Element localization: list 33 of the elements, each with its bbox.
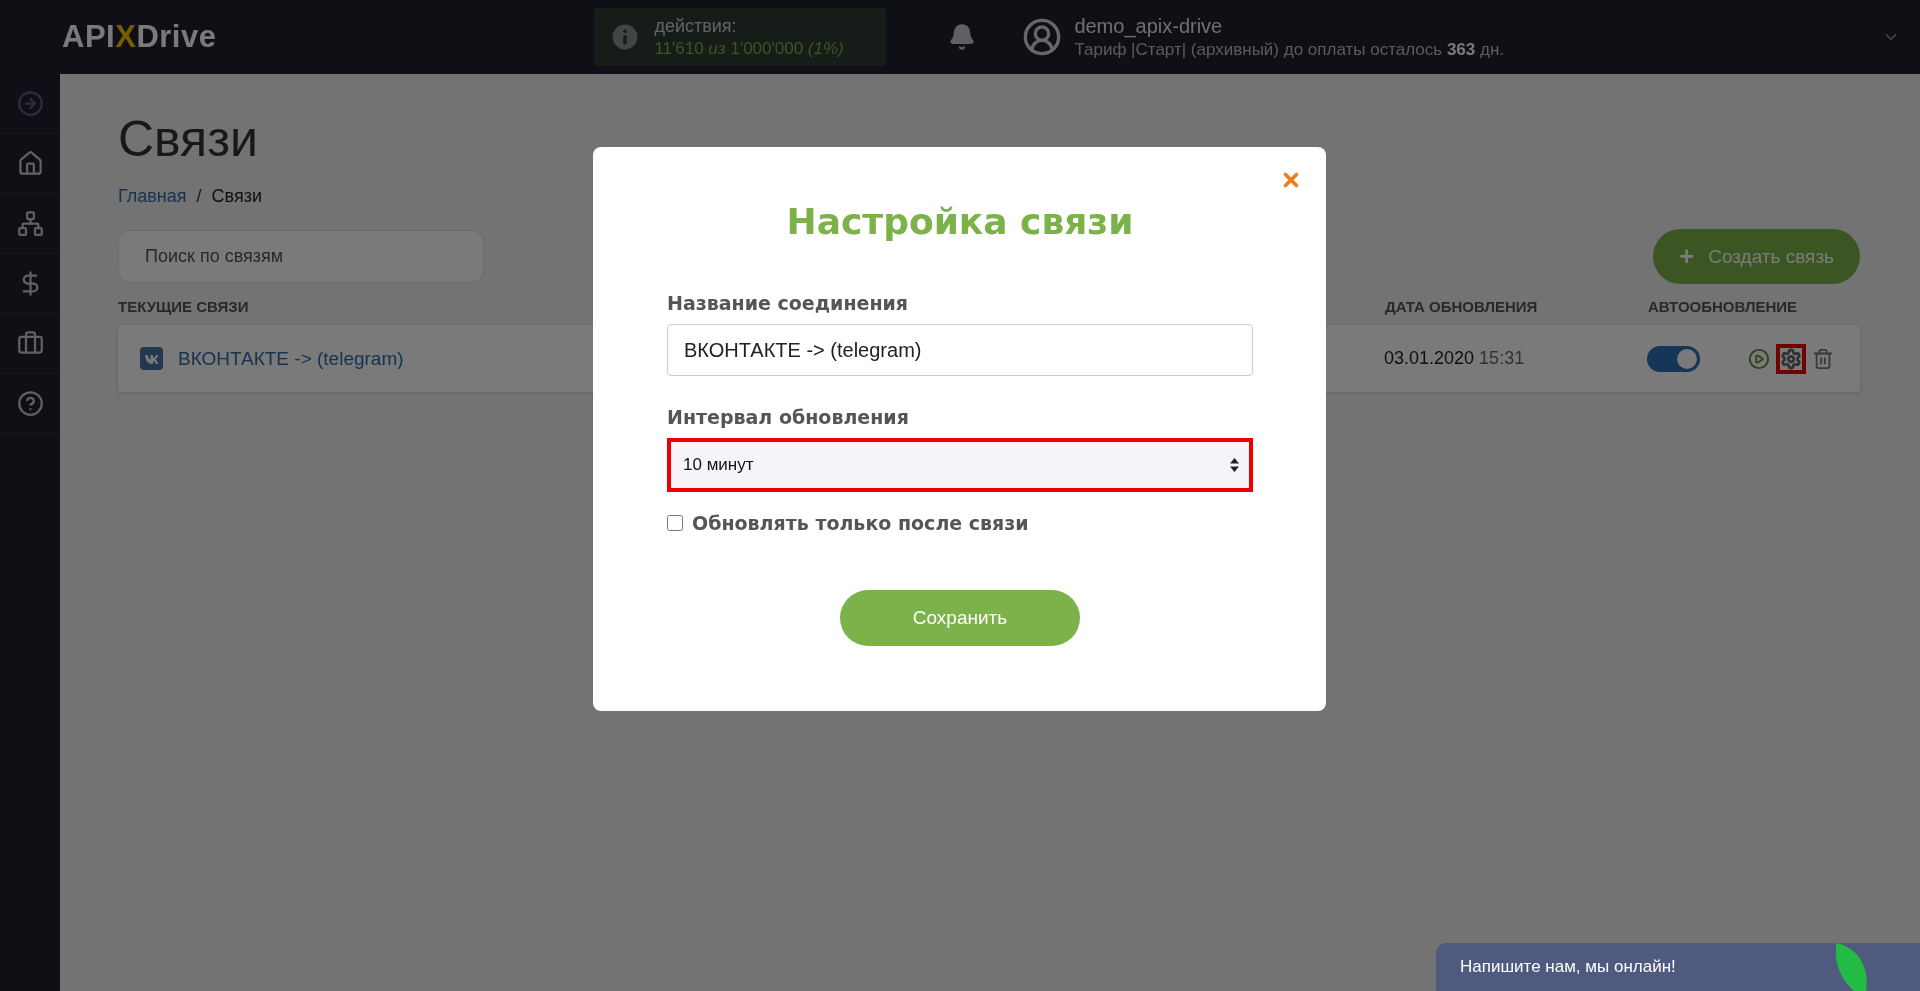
user-name: demo_apix-drive [1074, 14, 1224, 38]
checkbox-label: Обновлять только после связи [692, 512, 1029, 534]
bell-icon[interactable] [948, 23, 977, 51]
plan-info: Тариф |Старт| (архивный) до оплаты осталось 363 дн. [1074, 39, 1505, 60]
logo: APIXDrive [62, 19, 217, 55]
breadcrumb-link[interactable]: Главная [118, 186, 187, 207]
create-button[interactable]: + Создать связь [1653, 229, 1860, 284]
connection-link[interactable]: ВКОНТАКТЕ -> (telegram) [178, 347, 404, 370]
vk-icon [140, 347, 163, 370]
field-label: Название соединения [667, 292, 910, 314]
actions-count: 11'610 из 1'000'000 (1%) [654, 38, 844, 59]
column-header: АВТООБНОВЛЕНИЕ [1648, 298, 1798, 315]
user-avatar-icon [1022, 17, 1063, 57]
autoupdate-toggle[interactable] [1647, 345, 1700, 372]
actions-label: действия: [654, 15, 738, 37]
chat-widget[interactable]: Напишите нам, мы онлайн! [1436, 943, 1920, 991]
name-field[interactable]: ВКОНТАКТЕ -> (telegram) [667, 324, 1253, 376]
breadcrumb-current: Связи [211, 186, 262, 207]
column-header: ДАТА ОБНОВЛЕНИЯ [1385, 298, 1538, 315]
chat-text: Напишите нам, мы онлайн! [1460, 957, 1676, 977]
interval-select[interactable]: 10 минут [667, 438, 1253, 492]
dialog-title: Настройка связи [785, 201, 1135, 242]
page-title: Связи [118, 110, 260, 168]
search-field[interactable]: Поиск по связям [118, 230, 484, 283]
column-header: ТЕКУЩИЕ СВЯЗИ [118, 298, 249, 315]
field-label: Интервал обновления [667, 406, 910, 428]
save-button[interactable]: Сохранить [840, 590, 1080, 646]
update-date: 03.01.2020 15:31 [1384, 348, 1526, 369]
sort-arrows-icon [1230, 458, 1239, 472]
leaf-icon [1836, 943, 1870, 991]
breadcrumb-separator: / [196, 186, 202, 207]
settings-icon[interactable] [1776, 343, 1806, 374]
checkbox[interactable] [667, 515, 683, 531]
